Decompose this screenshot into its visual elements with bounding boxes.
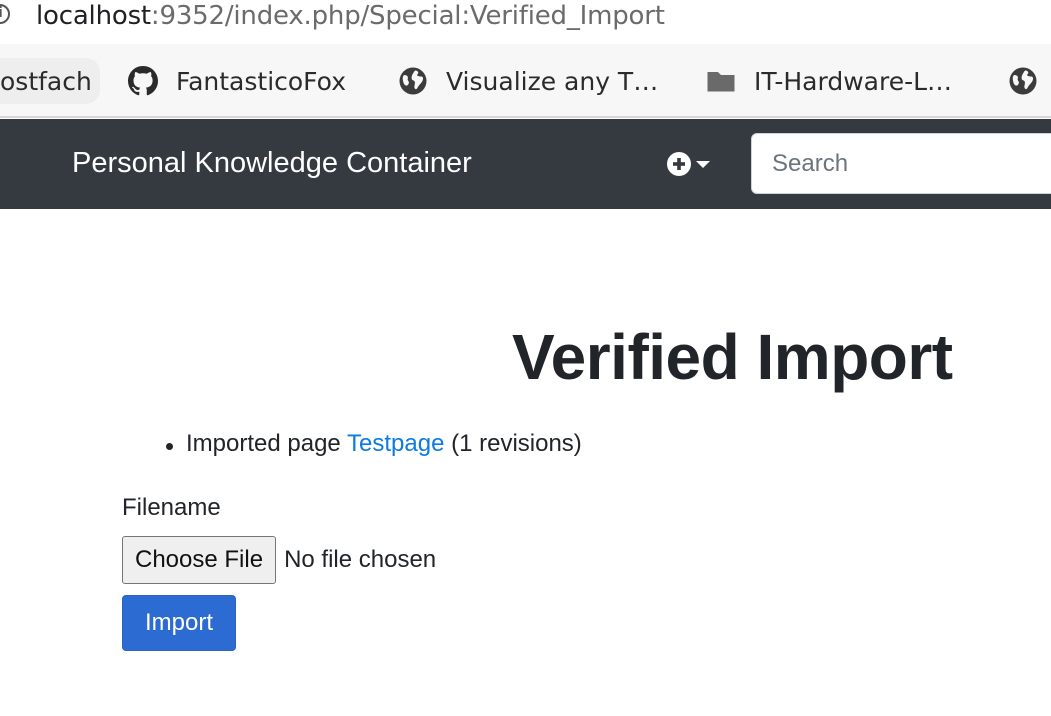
globe-icon [1009,67,1037,95]
import-result-list: Imported page Testpage (1 revisions) [166,430,582,458]
url-path: :9352/index.php/Special:Verified_Import [150,1,665,31]
file-input[interactable]: Choose File No file chosen [122,536,436,584]
bookmark-postfach[interactable]: ostfach [0,58,100,104]
folder-icon [707,72,735,92]
choose-file-button[interactable]: Choose File [122,536,277,584]
chevron-down-icon [696,160,710,168]
globe-icon [399,67,427,95]
bookmark-label: ostfach [0,66,92,96]
bookmark-label: IT-Hardware-L… [754,66,953,96]
bookmark-label: FantasticoFox [176,66,346,96]
filename-label: Filename [122,494,221,521]
bookmark-globe[interactable] [1008,58,1051,104]
testpage-link[interactable]: Testpage [347,430,444,457]
info-icon[interactable] [0,4,10,24]
url-host: localhost [36,1,151,31]
plus-circle-icon [667,152,691,176]
bookmarks-bar: ostfach FantasticoFox Visualize any T… I… [0,44,1051,118]
bookmark-it-hardware[interactable]: IT-Hardware-L… [706,58,952,104]
result-prefix: Imported page [186,430,348,457]
site-navbar: Personal Knowledge Container [0,119,1051,209]
bookmark-label: Visualize any T… [446,66,659,96]
file-status-text: No file chosen [284,546,437,573]
github-icon [128,66,158,96]
bookmark-fantasticofox[interactable]: FantasticoFox [128,58,346,104]
search-input[interactable] [751,133,1051,194]
page-title: Verified Import [512,321,953,393]
import-button[interactable]: Import [122,595,236,651]
url-text[interactable]: localhost:9352/index.php/Special:Verifie… [36,1,665,31]
result-suffix: (1 revisions) [444,430,582,457]
bookmark-visualize[interactable]: Visualize any T… [398,58,658,104]
list-item: Imported page Testpage (1 revisions) [166,430,582,458]
site-brand[interactable]: Personal Knowledge Container [72,147,472,180]
add-menu-dropdown[interactable] [666,149,716,179]
browser-address-bar[interactable]: localhost:9352/index.php/Special:Verifie… [0,0,1051,44]
